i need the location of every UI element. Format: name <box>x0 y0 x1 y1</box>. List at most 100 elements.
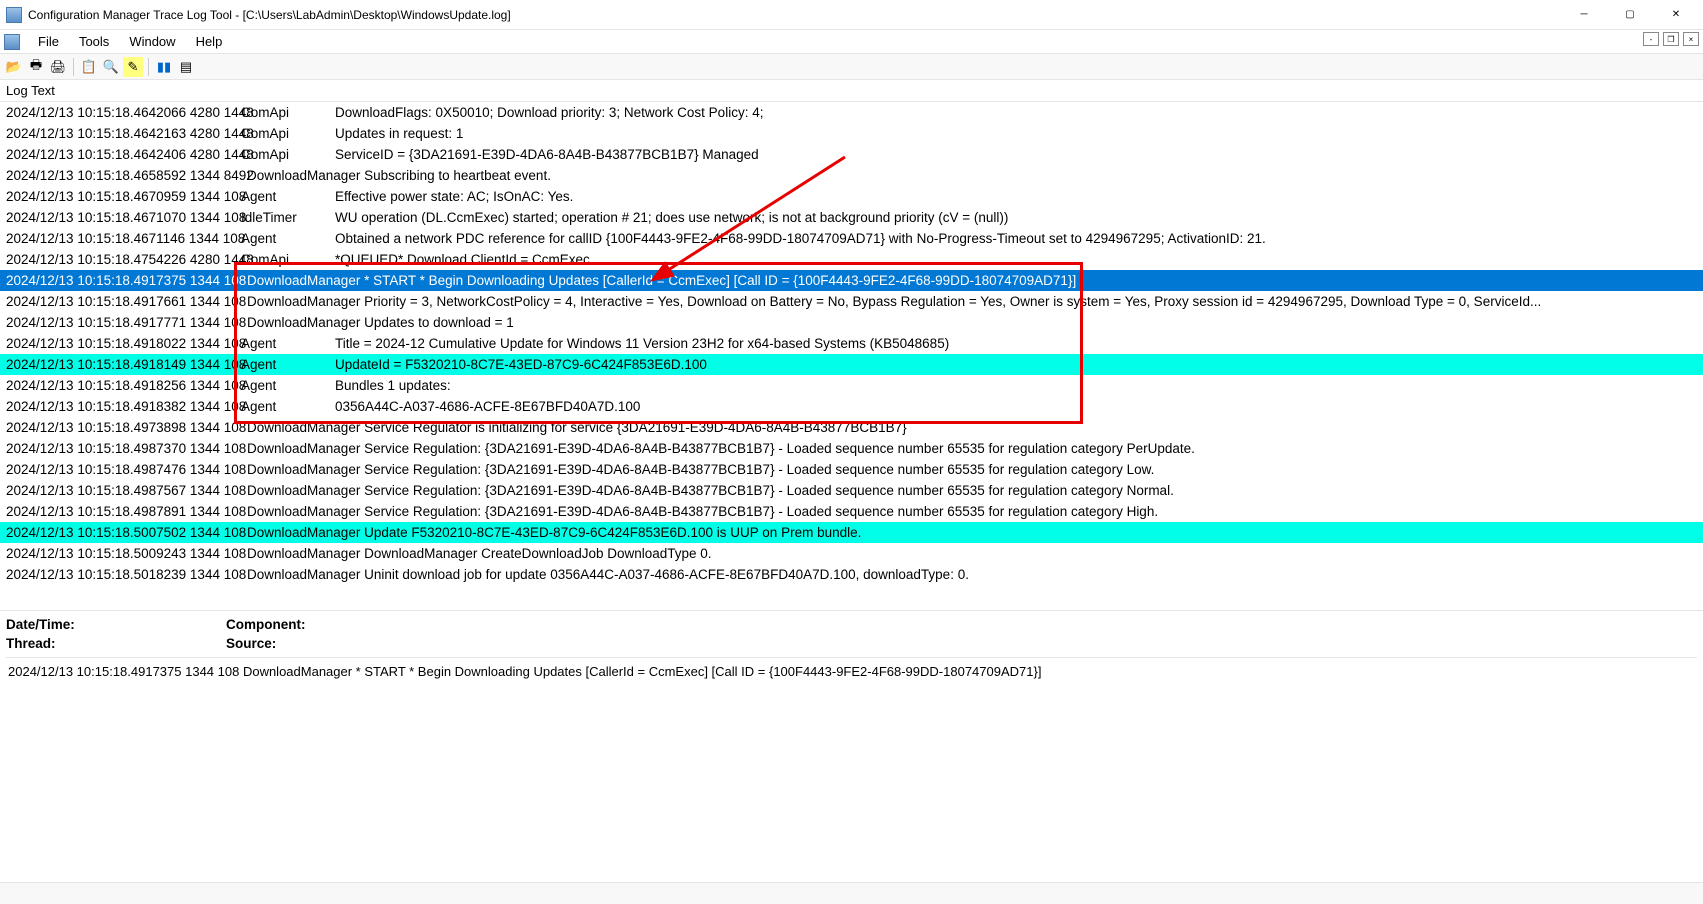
log-row[interactable]: 2024/12/13 10:15:18.5007502 1344 108Down… <box>0 522 1703 543</box>
log-row[interactable]: 2024/12/13 10:15:18.4918256 1344 108Agen… <box>0 375 1703 396</box>
cell-message: WU operation (DL.CcmExec) started; opera… <box>327 207 1703 228</box>
cell-message: DownloadManager Service Regulation: {3DA… <box>241 438 1703 459</box>
doc-icon <box>4 34 20 50</box>
log-row[interactable]: 2024/12/13 10:15:18.4642163 4280 1448Com… <box>0 123 1703 144</box>
log-row[interactable]: 2024/12/13 10:15:18.4642066 4280 1448Com… <box>0 102 1703 123</box>
log-row[interactable]: 2024/12/13 10:15:18.4642406 4280 1448Com… <box>0 144 1703 165</box>
log-row[interactable]: 2024/12/13 10:15:18.4987476 1344 108Down… <box>0 459 1703 480</box>
log-row[interactable]: 2024/12/13 10:15:18.4754226 4280 1448Com… <box>0 249 1703 270</box>
log-row[interactable]: 2024/12/13 10:15:18.4987567 1344 108Down… <box>0 480 1703 501</box>
cell-component: Agent <box>241 354 327 375</box>
log-row[interactable]: 2024/12/13 10:15:18.4671146 1344 108Agen… <box>0 228 1703 249</box>
cell-message: DownloadManager DownloadManager CreateDo… <box>241 543 1703 564</box>
menu-window[interactable]: Window <box>119 32 185 51</box>
cell-timestamp: 2024/12/13 10:15:18.4918149 1344 108 <box>6 354 241 375</box>
mdi-restore[interactable]: ❐ <box>1663 32 1679 46</box>
pause-icon[interactable]: ▮▮ <box>154 57 174 77</box>
log-row[interactable]: 2024/12/13 10:15:18.5018239 1344 108Down… <box>0 564 1703 585</box>
log-row[interactable]: 2024/12/13 10:15:18.4670959 1344 108Agen… <box>0 186 1703 207</box>
cell-message: DownloadManager Priority = 3, NetworkCos… <box>241 291 1703 312</box>
cell-message: 0356A44C-A037-4686-ACFE-8E67BFD40A7D.100 <box>327 396 1703 417</box>
separator <box>73 58 74 76</box>
log-row[interactable]: 2024/12/13 10:15:18.4987370 1344 108Down… <box>0 438 1703 459</box>
cell-component: ComApi <box>241 102 327 123</box>
toolbar: 📂 🖶 🖨 📋 🔍 ✎ ▮▮ ▤ <box>0 54 1703 80</box>
label-thread: Thread: <box>6 634 226 653</box>
open-icon[interactable]: 📂 <box>4 57 24 77</box>
window-title: Configuration Manager Trace Log Tool - [… <box>28 8 511 22</box>
cell-component: ComApi <box>241 144 327 165</box>
cell-component: Agent <box>241 333 327 354</box>
cell-timestamp: 2024/12/13 10:15:18.4987891 1344 108 <box>6 501 241 522</box>
find-icon[interactable]: 🔍 <box>101 57 121 77</box>
log-row[interactable]: 2024/12/13 10:15:18.5009243 1344 108Down… <box>0 543 1703 564</box>
cell-timestamp: 2024/12/13 10:15:18.4671146 1344 108 <box>6 228 241 249</box>
cell-timestamp: 2024/12/13 10:15:18.4670959 1344 108 <box>6 186 241 207</box>
cell-component: Agent <box>241 228 327 249</box>
cell-timestamp: 2024/12/13 10:15:18.4642406 4280 1448 <box>6 144 241 165</box>
cell-message: Effective power state: AC; IsOnAC: Yes. <box>327 186 1703 207</box>
cell-message: Obtained a network PDC reference for cal… <box>327 228 1703 249</box>
cell-timestamp: 2024/12/13 10:15:18.4987567 1344 108 <box>6 480 241 501</box>
cell-timestamp: 2024/12/13 10:15:18.4917375 1344 108 <box>6 270 241 291</box>
cell-message: ServiceID = {3DA21691-E39D-4DA6-8A4B-B43… <box>327 144 1703 165</box>
cell-timestamp: 2024/12/13 10:15:18.4671070 1344 108 <box>6 207 241 228</box>
cell-component: Agent <box>241 375 327 396</box>
log-row[interactable]: 2024/12/13 10:15:18.4917375 1344 108Down… <box>0 270 1703 291</box>
mdi-close[interactable]: × <box>1683 32 1699 46</box>
cell-timestamp: 2024/12/13 10:15:18.5018239 1344 108 <box>6 564 241 585</box>
cell-timestamp: 2024/12/13 10:15:18.4917771 1344 108 <box>6 312 241 333</box>
log-row[interactable]: 2024/12/13 10:15:18.4987891 1344 108Down… <box>0 501 1703 522</box>
cell-timestamp: 2024/12/13 10:15:18.4918256 1344 108 <box>6 375 241 396</box>
log-row[interactable]: 2024/12/13 10:15:18.4918149 1344 108Agen… <box>0 354 1703 375</box>
minimize-button[interactable]: ─ <box>1561 0 1607 30</box>
close-button[interactable]: ✕ <box>1653 0 1699 30</box>
detail-text[interactable]: 2024/12/13 10:15:18.4917375 1344 108 Dow… <box>6 657 1697 767</box>
cell-timestamp: 2024/12/13 10:15:18.4917661 1344 108 <box>6 291 241 312</box>
cell-message: DownloadManager Updates to download = 1 <box>241 312 1703 333</box>
mdi-minimize[interactable]: - <box>1643 32 1659 46</box>
cell-message: DownloadManager Subscribing to heartbeat… <box>241 165 1703 186</box>
menu-help[interactable]: Help <box>186 32 233 51</box>
app-icon <box>6 7 22 23</box>
cell-message: *QUEUED* Download ClientId = CcmExec <box>327 249 1703 270</box>
cell-timestamp: 2024/12/13 10:15:18.4658592 1344 8492 <box>6 165 241 186</box>
column-header[interactable]: Log Text <box>0 80 1703 102</box>
menu-file[interactable]: File <box>28 32 69 51</box>
printer-icon[interactable]: 🖨 <box>48 57 68 77</box>
log-row[interactable]: 2024/12/13 10:15:18.4658592 1344 8492Dow… <box>0 165 1703 186</box>
detail-pane: Date/Time: Thread: Component: Source: 20… <box>0 610 1703 771</box>
cell-message: Updates in request: 1 <box>327 123 1703 144</box>
log-row[interactable]: 2024/12/13 10:15:18.4973898 1344 108Down… <box>0 417 1703 438</box>
details-icon[interactable]: ▤ <box>176 57 196 77</box>
header-logtext: Log Text <box>6 83 55 98</box>
mdi-controls: - ❐ × <box>1643 32 1699 46</box>
cell-component: Agent <box>241 396 327 417</box>
maximize-button[interactable]: ▢ <box>1607 0 1653 30</box>
cell-message: DownloadManager Service Regulator is ini… <box>241 417 1703 438</box>
cell-timestamp: 2024/12/13 10:15:18.4754226 4280 1448 <box>6 249 241 270</box>
copy-icon[interactable]: 📋 <box>79 57 99 77</box>
highlight-icon[interactable]: ✎ <box>123 57 143 77</box>
print-icon[interactable]: 🖶 <box>26 57 46 77</box>
menu-tools[interactable]: Tools <box>69 32 119 51</box>
separator <box>148 58 149 76</box>
label-source: Source: <box>226 634 446 653</box>
cell-timestamp: 2024/12/13 10:15:18.4973898 1344 108 <box>6 417 241 438</box>
cell-timestamp: 2024/12/13 10:15:18.4642066 4280 1448 <box>6 102 241 123</box>
status-bar <box>0 882 1703 904</box>
cell-component: ComApi <box>241 123 327 144</box>
cell-timestamp: 2024/12/13 10:15:18.5009243 1344 108 <box>6 543 241 564</box>
cell-message: Bundles 1 updates: <box>327 375 1703 396</box>
cell-message: DownloadFlags: 0X50010; Download priorit… <box>327 102 1703 123</box>
log-list[interactable]: 2024/12/13 10:15:18.4642066 4280 1448Com… <box>0 102 1703 610</box>
log-row[interactable]: 2024/12/13 10:15:18.4671070 1344 108Idle… <box>0 207 1703 228</box>
cell-message: DownloadManager Service Regulation: {3DA… <box>241 501 1703 522</box>
log-row[interactable]: 2024/12/13 10:15:18.4917771 1344 108Down… <box>0 312 1703 333</box>
cell-message: DownloadManager * START * Begin Download… <box>241 270 1703 291</box>
cell-timestamp: 2024/12/13 10:15:18.4918022 1344 108 <box>6 333 241 354</box>
log-row[interactable]: 2024/12/13 10:15:18.4918022 1344 108Agen… <box>0 333 1703 354</box>
cell-timestamp: 2024/12/13 10:15:18.4918382 1344 108 <box>6 396 241 417</box>
log-row[interactable]: 2024/12/13 10:15:18.4917661 1344 108Down… <box>0 291 1703 312</box>
log-row[interactable]: 2024/12/13 10:15:18.4918382 1344 108Agen… <box>0 396 1703 417</box>
